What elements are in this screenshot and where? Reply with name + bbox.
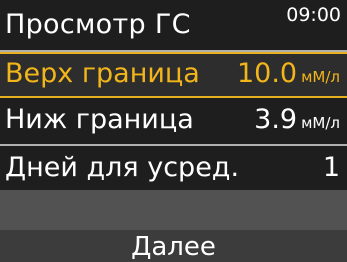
lower-limit-row[interactable]: Ниж граница 3.9 мМ/л: [0, 98, 347, 144]
screen-title: Просмотр ГС: [5, 9, 191, 40]
clock-time: 09:00: [286, 4, 341, 26]
lower-limit-value: 3.9 мМ/л: [254, 102, 340, 141]
upper-limit-label: Верх граница: [5, 58, 200, 89]
next-button[interactable]: Далее: [0, 230, 347, 262]
upper-limit-value: 10.0 мМ/л: [237, 56, 340, 95]
upper-limit-unit: мМ/л: [301, 68, 340, 86]
averaging-days-value: 1: [322, 152, 340, 183]
screen-header: Просмотр ГС 09:00: [0, 0, 347, 50]
pump-screen: Просмотр ГС 09:00 Верх граница 10.0 мМ/л …: [0, 0, 347, 262]
averaging-days-row[interactable]: Дней для усред. 1: [0, 146, 347, 192]
upper-limit-row[interactable]: Верх граница 10.0 мМ/л: [0, 52, 347, 98]
next-button-label: Далее: [131, 232, 216, 262]
averaging-days-label: Дней для усред.: [5, 152, 240, 183]
lower-limit-unit: мМ/л: [301, 114, 340, 132]
empty-list-slot: [0, 190, 347, 230]
upper-limit-number: 10.0: [236, 58, 298, 89]
lower-limit-number: 3.9: [254, 104, 298, 135]
lower-limit-label: Ниж граница: [5, 104, 194, 135]
